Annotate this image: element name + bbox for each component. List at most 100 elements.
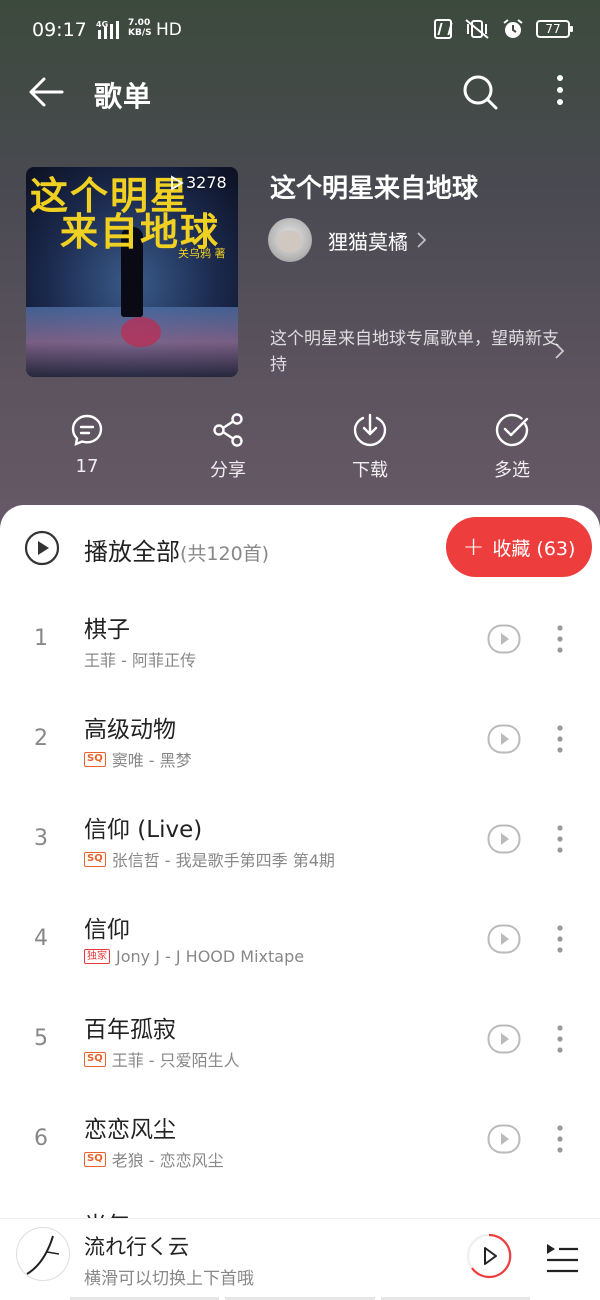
song-artist-album: 老狼 - 恋恋风尘 — [111, 1151, 224, 1170]
song-meta: SQ 窦唯 - 黑梦 — [84, 747, 192, 771]
more-vertical-icon — [557, 725, 563, 753]
song-count: (共120首) — [180, 543, 270, 565]
playlist-description[interactable]: 这个明星来自地球专属歌单，望萌新支持 — [270, 326, 560, 378]
play-circle-icon — [466, 1233, 512, 1279]
song-meta: SQ 张信哲 - 我是歌手第四季 第4期 — [84, 847, 335, 871]
speed-value: 7.00 — [128, 18, 151, 28]
song-more-button[interactable] — [550, 722, 570, 756]
vibrate-mute-icon — [465, 19, 489, 39]
playlist-title: 这个明星来自地球 — [270, 174, 479, 204]
play-count: 3278 — [170, 173, 227, 192]
download-icon — [353, 413, 387, 447]
song-row[interactable]: 5 百年孤寂 SQ 王菲 - 只爱陌生人 — [0, 1000, 600, 1100]
song-index: 4 — [34, 926, 48, 951]
partial-song-title: 光年 — [84, 1206, 130, 1218]
page-title: 歌单 — [94, 80, 153, 113]
download-button[interactable]: 下载 — [320, 412, 420, 482]
mv-play-button[interactable] — [487, 624, 521, 654]
video-play-icon — [487, 1024, 521, 1054]
song-index: 6 — [34, 1126, 48, 1151]
song-meta: 独家 Jony J - J HOOD Mixtape — [84, 947, 304, 966]
song-row[interactable]: 2 高级动物 SQ 窦唯 - 黑梦 — [0, 700, 600, 800]
arrow-left-icon — [29, 77, 64, 107]
quality-badge: SQ — [84, 751, 106, 767]
song-title: 信仰 (Live) — [84, 817, 203, 843]
quality-badge: 独家 — [84, 949, 110, 964]
mini-player-cover[interactable] — [16, 1227, 70, 1281]
song-index: 1 — [34, 626, 48, 651]
song-row[interactable]: 4 信仰 独家 Jony J - J HOOD Mixtape — [0, 900, 600, 1000]
play-all-button[interactable]: 播放全部(共120首) — [84, 532, 269, 567]
song-more-button[interactable] — [550, 922, 570, 956]
video-play-icon — [487, 624, 521, 654]
more-button[interactable] — [540, 72, 580, 112]
video-play-icon — [487, 924, 521, 954]
song-more-button[interactable] — [550, 822, 570, 856]
collect-button[interactable]: + 收藏 (63) — [446, 517, 592, 577]
song-more-button[interactable] — [550, 1022, 570, 1056]
playlist-cover[interactable]: 这个明星 来自地球 关乌鸦 著 — [26, 167, 238, 377]
download-label: 下载 — [352, 460, 388, 481]
speed-unit: KB/S — [128, 28, 152, 38]
song-more-button[interactable] — [550, 1122, 570, 1156]
creator-name: 狸猫莫橘 — [328, 229, 408, 254]
mv-play-button[interactable] — [487, 824, 521, 854]
mini-player-title: 流れ行く云 — [84, 1235, 189, 1259]
song-title: 高级动物 — [84, 717, 176, 743]
mv-play-button[interactable] — [487, 924, 521, 954]
plus-icon: + — [462, 532, 485, 562]
song-artist-album: 王菲 - 只爱陌生人 — [111, 1051, 240, 1070]
mv-play-button[interactable] — [487, 1124, 521, 1154]
network-speed: 7.00 KB/S — [128, 18, 152, 38]
creator-link[interactable]: 狸猫莫橘 — [268, 218, 428, 262]
back-button[interactable] — [26, 72, 66, 112]
mv-play-button[interactable] — [487, 1024, 521, 1054]
song-title: 恋恋风尘 — [84, 1117, 176, 1143]
cover-author: 关乌鸦 著 — [178, 247, 226, 260]
battery-icon: 77 — [536, 20, 573, 38]
comment-icon — [71, 414, 103, 446]
more-vertical-icon — [557, 625, 563, 653]
play-all-icon[interactable] — [24, 530, 60, 566]
comment-count: 17 — [75, 456, 99, 477]
song-meta: SQ 老狼 - 恋恋风尘 — [84, 1147, 224, 1171]
song-title: 百年孤寂 — [84, 1017, 176, 1043]
song-list: 1 棋子 王菲 - 阿菲正传 2 高级动物 SQ 窦唯 - 黑梦 3 信仰 (L… — [0, 600, 600, 1200]
share-button[interactable]: 分享 — [178, 412, 278, 482]
song-row[interactable]: 1 棋子 王菲 - 阿菲正传 — [0, 600, 600, 700]
more-vertical-icon — [557, 1025, 563, 1053]
play-count-value: 3278 — [186, 173, 227, 192]
play-all-text: 播放全部 — [84, 538, 180, 566]
quality-badge: SQ — [84, 1151, 106, 1167]
mini-player[interactable]: 流れ行く云 横滑可以切换上下首哦 — [0, 1218, 600, 1300]
video-play-icon — [487, 1124, 521, 1154]
song-artist-album: 张信哲 - 我是歌手第四季 第4期 — [111, 851, 335, 870]
collect-label: 收藏 (63) — [492, 537, 576, 560]
song-artist-album: 窦唯 - 黑梦 — [111, 751, 192, 770]
song-index: 3 — [34, 826, 48, 851]
song-row[interactable]: 6 恋恋风尘 SQ 老狼 - 恋恋风尘 — [0, 1100, 600, 1200]
multi-select-icon — [495, 413, 529, 447]
video-play-icon — [487, 824, 521, 854]
queue-icon — [547, 1244, 578, 1273]
song-row[interactable]: 3 信仰 (Live) SQ 张信哲 - 我是歌手第四季 第4期 — [0, 800, 600, 900]
song-artist-album: Jony J - J HOOD Mixtape — [116, 947, 305, 966]
song-index: 2 — [34, 726, 48, 751]
multi-select-label: 多选 — [494, 460, 530, 481]
mv-play-button[interactable] — [487, 724, 521, 754]
share-icon — [213, 413, 243, 447]
nfc-icon — [434, 19, 452, 39]
mini-play-button[interactable] — [466, 1233, 512, 1279]
playlist-queue-button[interactable] — [544, 1241, 580, 1275]
song-more-button[interactable] — [550, 622, 570, 656]
search-icon — [463, 75, 498, 110]
comment-button[interactable]: 17 — [37, 412, 137, 477]
artwork-icon — [26, 1235, 60, 1275]
song-index: 5 — [34, 1026, 48, 1051]
search-button[interactable] — [460, 72, 500, 112]
quality-badge: SQ — [84, 851, 106, 867]
quality-badge: SQ — [84, 1051, 106, 1067]
song-meta: SQ 王菲 - 只爱陌生人 — [84, 1047, 240, 1071]
signal-icon: 4G — [96, 19, 126, 39]
multi-select-button[interactable]: 多选 — [462, 412, 562, 482]
